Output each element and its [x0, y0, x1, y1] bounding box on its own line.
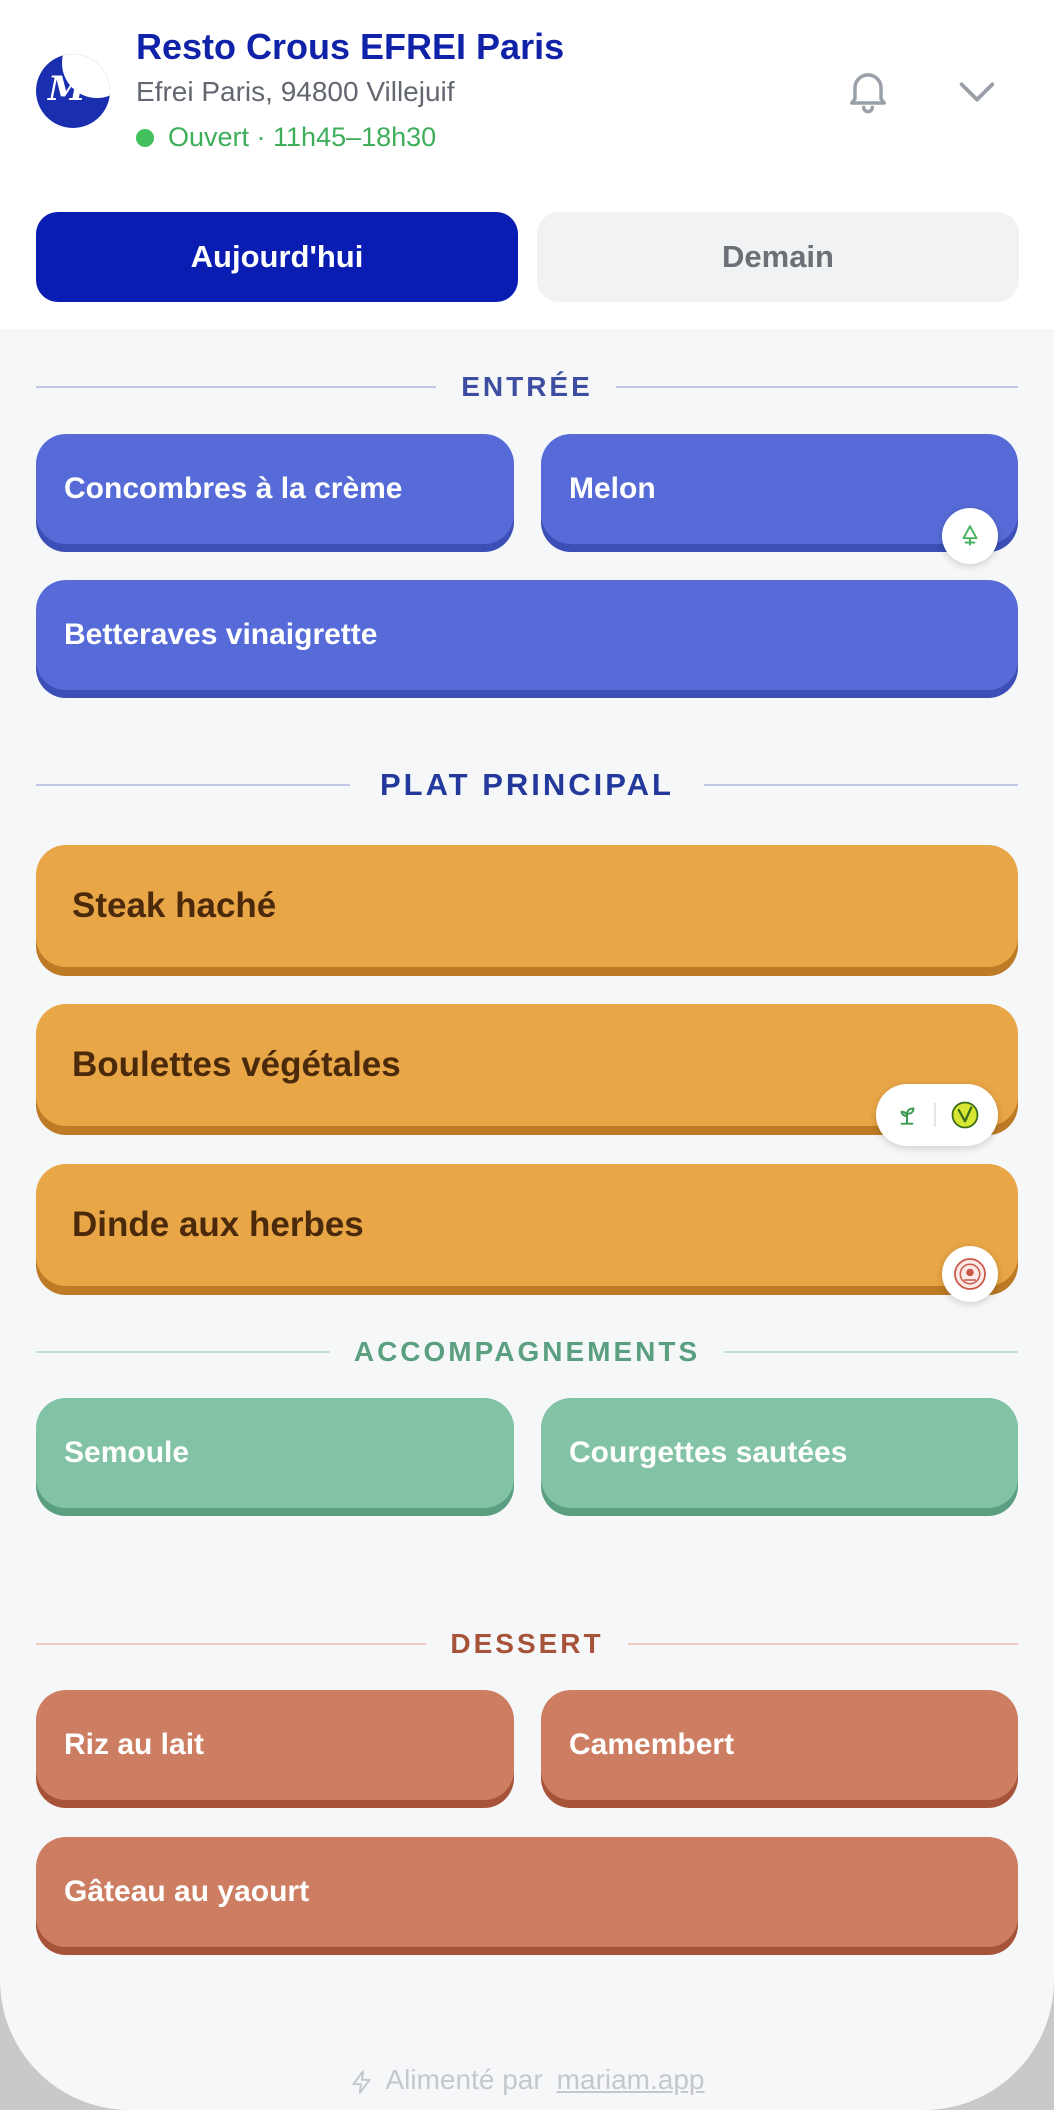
restaurant-header: M Resto Crous EFREI Paris Efrei Paris, 9… — [0, 0, 1054, 331]
section-title-dessert: DESSERT — [450, 1628, 604, 1659]
footer-prefix: Alimenté par — [385, 2064, 543, 2095]
menu-item-card[interactable]: Steak haché — [36, 845, 1018, 967]
section-header-plat: PLAT PRINCIPAL — [36, 765, 1018, 805]
menu-item-label: Betteraves vinaigrette — [64, 618, 378, 651]
section-header-entree: ENTRÉE — [36, 367, 1018, 407]
tab-tomorrow[interactable]: Demain — [537, 212, 1019, 302]
app-screen: M Resto Crous EFREI Paris Efrei Paris, 9… — [0, 0, 1054, 2110]
menu-item-label: Courgettes sautées — [569, 1436, 848, 1469]
restaurant-logo: M — [36, 54, 110, 128]
footer: Alimenté par mariam.app — [0, 2064, 1054, 2097]
menu-item-label: Melon — [569, 472, 656, 505]
restaurant-address: Efrei Paris, 94800 Villejuif — [136, 76, 455, 107]
menu-item-card[interactable]: Riz au lait — [36, 1690, 514, 1800]
menu-item-card[interactable]: Camembert — [541, 1690, 1018, 1800]
menu-item-label: Gâteau au yaourt — [64, 1875, 310, 1908]
menu-item-label: Boulettes végétales — [72, 1045, 401, 1084]
sprout-icon — [900, 1107, 915, 1125]
menu-item-label: Concombres à la crème — [64, 472, 403, 505]
tab-today[interactable]: Aujourd'hui — [36, 212, 518, 302]
menu-item-label: Steak haché — [72, 886, 277, 925]
footer-link[interactable]: mariam.app — [557, 2064, 705, 2095]
section-title-plat: PLAT PRINCIPAL — [379, 767, 674, 802]
chevron-down-icon[interactable] — [954, 72, 1000, 112]
device-frame: M Resto Crous EFREI Paris Efrei Paris, 9… — [0, 0, 1054, 2110]
menu-item-card[interactable]: Boulettes végétales — [36, 1004, 1018, 1126]
opening-hours: Ouvert · 11h45–18h30 — [168, 122, 437, 152]
section-header-accompagnements: ACCOMPAGNEMENTS — [36, 1332, 1018, 1372]
label-rouge-icon — [954, 1258, 986, 1290]
dietary-badge — [876, 1084, 998, 1146]
bell-icon[interactable] — [842, 64, 894, 116]
menu-item-card[interactable]: Betteraves vinaigrette — [36, 580, 1018, 690]
menu-item-label: Riz au lait — [64, 1728, 205, 1761]
tree-icon — [962, 525, 978, 546]
vegan-icon — [951, 1101, 979, 1129]
menu-item-label: Semoule — [64, 1436, 190, 1469]
restaurant-title: Resto Crous EFREI Paris — [136, 26, 565, 67]
opening-status: Ouvert · 11h45–18h30 — [136, 122, 436, 153]
dietary-badge — [942, 508, 998, 564]
section-header-dessert: DESSERT — [36, 1624, 1018, 1664]
menu-item-card[interactable]: Concombres à la crème — [36, 434, 514, 544]
section-title-entree: ENTRÉE — [461, 371, 593, 402]
menu-item-card[interactable]: Dinde aux herbes — [36, 1164, 1018, 1286]
menu-item-label: Dinde aux herbes — [72, 1205, 364, 1244]
menu-item-card[interactable]: Semoule — [36, 1398, 514, 1508]
menu-item-card[interactable]: Courgettes sautées — [541, 1398, 1018, 1508]
menu-item-label: Camembert — [569, 1728, 735, 1761]
menu-item-card[interactable]: Gâteau au yaourt — [36, 1837, 1018, 1947]
dietary-badge — [942, 1246, 998, 1302]
open-status-dot — [136, 128, 154, 147]
section-title-accompagnements: ACCOMPAGNEMENTS — [353, 1336, 701, 1367]
bolt-icon — [352, 2069, 372, 2094]
